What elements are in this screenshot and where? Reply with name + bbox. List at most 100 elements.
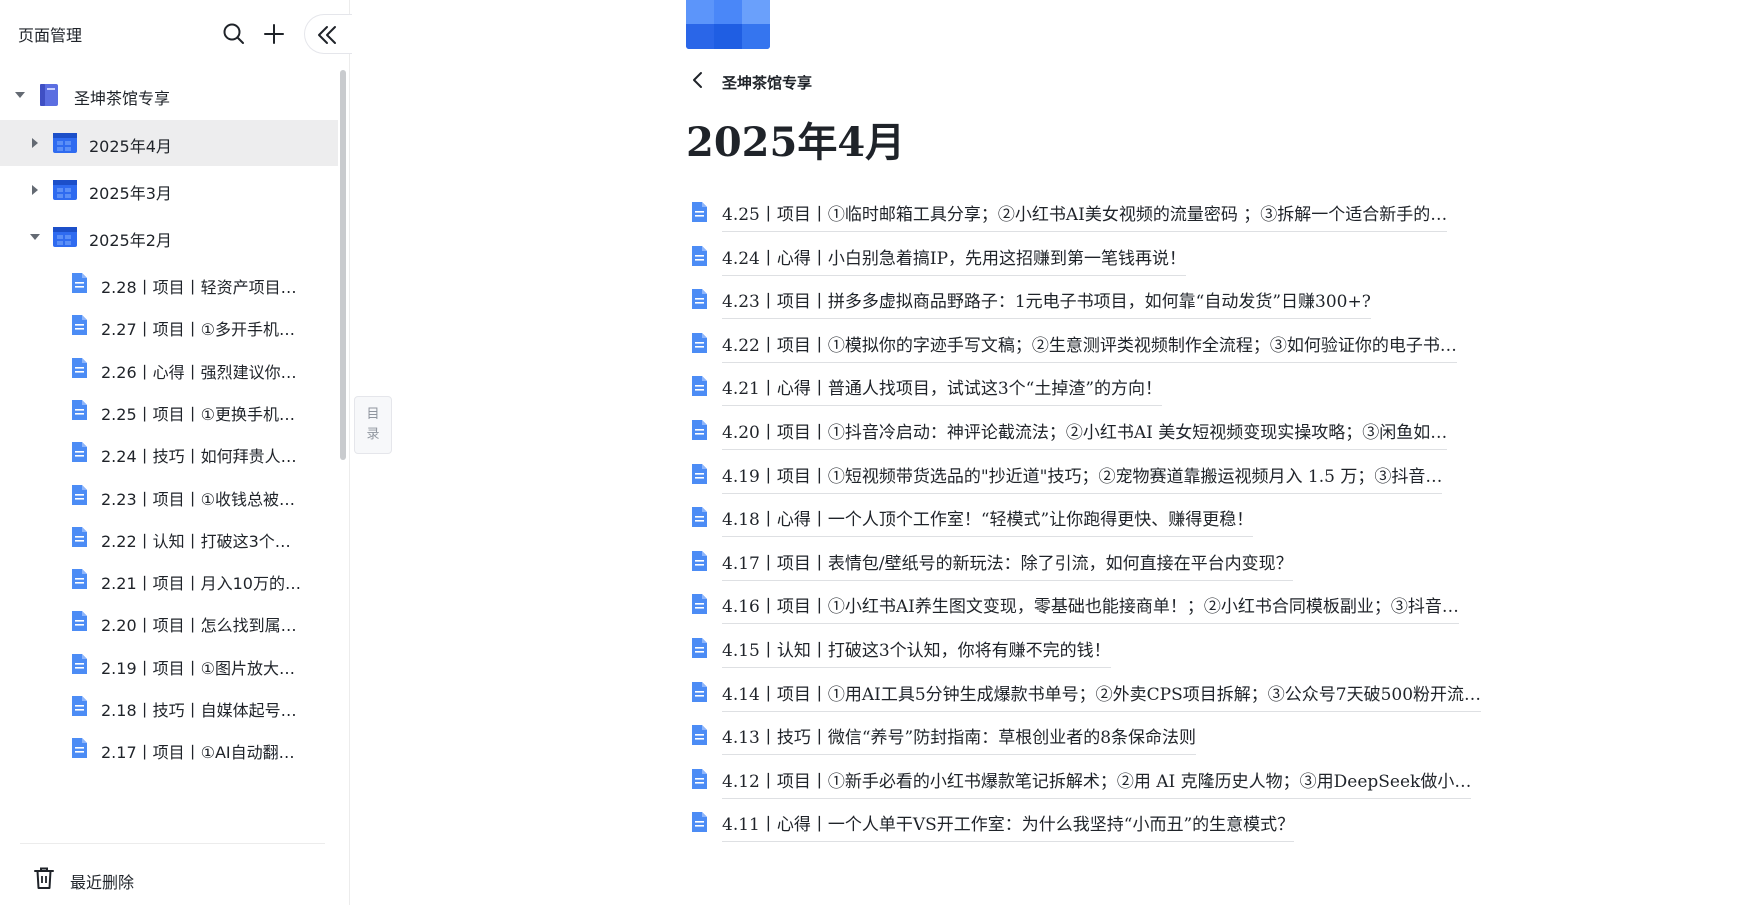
child-page-link[interactable]: 4.21丨心得丨普通人找项目，试试这3个“土掉渣”的方向！ xyxy=(690,369,1590,409)
search-icon xyxy=(223,23,244,44)
child-page-title[interactable]: 4.17丨项目丨表情包/壁纸号的新玩法：除了引流，如何直接在平台内变现？ xyxy=(722,549,1293,581)
tree-item-month-apr[interactable]: 2025年4月 xyxy=(0,120,338,166)
tree-item-doc[interactable]: 2.23丨项目丨①收钱总被… xyxy=(0,473,338,519)
document-icon xyxy=(72,399,87,420)
child-page-title[interactable]: 4.22丨项目丨①模拟你的字迹手写文稿；②生意测评类视频制作全流程；③如何验证你… xyxy=(722,331,1457,363)
child-page-title[interactable]: 4.20丨项目丨①抖音冷启动：神评论截流法；②小红书AI 美女短视频变现实操攻略… xyxy=(722,418,1448,450)
document-icon xyxy=(692,725,707,746)
chevron-down-icon[interactable] xyxy=(15,92,25,98)
child-page-link[interactable]: 4.11丨心得丨一个人单干VS开工作室：为什么我坚持“小而丑”的生意模式？ xyxy=(690,805,1590,845)
document-icon xyxy=(72,611,87,632)
tree-item-root[interactable]: 圣坤茶馆专享 xyxy=(0,72,338,118)
child-page-title[interactable]: 4.18丨心得丨一个人顶个工作室！“轻模式”让你跑得更快、赚得更稳！ xyxy=(722,505,1254,538)
breadcrumb-parent-link[interactable]: 圣坤茶馆专享 xyxy=(722,72,812,93)
tree-item-doc[interactable]: 2.25丨项目丨①更换手机… xyxy=(0,388,338,434)
tree-item-doc[interactable]: 2.18丨技巧丨自媒体起号… xyxy=(0,684,338,730)
child-page-title[interactable]: 4.13丨技巧丨微信“养号”防封指南：草根创业者的8条保命法则 xyxy=(722,723,1197,756)
document-icon xyxy=(692,245,707,266)
collapse-sidebar-button[interactable] xyxy=(304,14,352,54)
tree-item-label: 2.19丨项目丨①图片放大… xyxy=(101,658,295,678)
child-page-link[interactable]: 4.15丨认知丨打破这3个认知，你将有赚不完的钱！ xyxy=(690,631,1590,671)
double-chevron-left-icon xyxy=(318,26,336,44)
child-page-title[interactable]: 4.19丨项目丨①短视频带货选品的"抄近道"技巧；②宠物赛道靠搬运视频月入 1.… xyxy=(722,462,1443,494)
child-page-link[interactable]: 4.16丨项目丨①小红书AI养生图文变现，零基础也能接商单！；②小红书合同模板副… xyxy=(690,587,1590,627)
tree-item-doc[interactable]: 2.28丨项目丨轻资产项目… xyxy=(0,261,338,307)
child-page-link[interactable]: 4.22丨项目丨①模拟你的字迹手写文稿；②生意测评类视频制作全流程；③如何验证你… xyxy=(690,326,1590,366)
tree-item-label: 2.26丨心得丨强烈建议你… xyxy=(101,362,297,382)
calendar-icon xyxy=(53,133,77,153)
document-icon xyxy=(692,202,707,222)
plus-icon xyxy=(264,24,284,44)
recently-deleted-label: 最近删除 xyxy=(70,873,135,892)
child-page-link[interactable]: 4.17丨项目丨表情包/壁纸号的新玩法：除了引流，如何直接在平台内变现？ xyxy=(690,544,1590,584)
tree-item-label: 2.25丨项目丨①更换手机… xyxy=(101,404,295,424)
child-page-title[interactable]: 4.16丨项目丨①小红书AI养生图文变现，零基础也能接商单！；②小红书合同模板副… xyxy=(722,592,1459,625)
document-icon xyxy=(692,550,707,571)
trash-icon xyxy=(34,867,54,889)
chevron-right-icon[interactable] xyxy=(32,138,38,148)
recently-deleted-button[interactable]: 最近删除 xyxy=(0,858,340,898)
tree-item-label: 2025年2月 xyxy=(89,231,172,250)
document-icon xyxy=(72,653,87,674)
document-icon xyxy=(692,332,707,353)
tree-item-doc[interactable]: 2.24丨技巧丨如何拜贵人… xyxy=(0,430,338,476)
document-icon xyxy=(692,594,707,615)
tree-item-label: 圣坤茶馆专享 xyxy=(74,89,171,108)
document-icon xyxy=(692,768,707,789)
sidebar-divider xyxy=(20,843,325,844)
toc-tab-label-2: 录 xyxy=(366,427,380,442)
child-page-link[interactable]: 4.23丨项目丨拼多多虚拟商品野路子：1元电子书项目，如何靠“自动发货”日赚30… xyxy=(690,282,1590,322)
child-page-link[interactable]: 4.18丨心得丨一个人顶个工作室！“轻模式”让你跑得更快、赚得更稳！ xyxy=(690,500,1590,540)
tree-item-doc[interactable]: 2.20丨项目丨怎么找到属… xyxy=(0,599,338,645)
child-page-link[interactable]: 4.14丨项目丨①用AI工具5分钟生成爆款书单号；②外卖CPS项目拆解；③公众号… xyxy=(690,675,1590,715)
child-page-title[interactable]: 4.11丨心得丨一个人单干VS开工作室：为什么我坚持“小而丑”的生意模式？ xyxy=(722,810,1295,843)
document-icon xyxy=(692,289,707,310)
toc-toggle-button[interactable]: 目 录 xyxy=(354,396,392,454)
tree-item-label: 2.17丨项目丨①AI自动翻… xyxy=(101,743,295,763)
child-page-link[interactable]: 4.12丨项目丨①新手必看的小红书爆款笔记拆解术；②用 AI 克隆历史人物；③用… xyxy=(690,762,1590,802)
child-page-title[interactable]: 4.21丨心得丨普通人找项目，试试这3个“土掉渣”的方向！ xyxy=(722,374,1163,407)
child-page-title[interactable]: 4.24丨心得丨小白别急着搞IP，先用这招赚到第一笔钱再说！ xyxy=(722,244,1187,276)
child-page-title[interactable]: 4.14丨项目丨①用AI工具5分钟生成爆款书单号；②外卖CPS项目拆解；③公众号… xyxy=(722,680,1482,712)
child-page-title[interactable]: 4.23丨项目丨拼多多虚拟商品野路子：1元电子书项目，如何靠“自动发货”日赚30… xyxy=(722,287,1371,320)
child-page-title[interactable]: 4.25丨项目丨①临时邮箱工具分享；②小红书AI美女视频的流量密码 ；③拆解一个… xyxy=(722,200,1448,232)
child-page-title[interactable]: 4.15丨认知丨打破这3个认知，你将有赚不完的钱！ xyxy=(722,636,1111,668)
chevron-down-icon[interactable] xyxy=(30,234,40,240)
child-page-link[interactable]: 4.24丨心得丨小白别急着搞IP，先用这招赚到第一笔钱再说！ xyxy=(690,239,1590,279)
document-icon xyxy=(72,569,87,590)
document-icon xyxy=(72,696,87,716)
tree-item-month-mar[interactable]: 2025年3月 xyxy=(0,167,338,213)
tree-item-label: 2025年3月 xyxy=(89,184,172,203)
tree-item-label: 2.23丨项目丨①收钱总被… xyxy=(101,489,295,509)
page-cover-icon[interactable] xyxy=(686,0,770,49)
document-icon xyxy=(692,376,707,397)
chevron-right-icon[interactable] xyxy=(32,185,38,195)
sidebar: 页面管理 圣坤茶馆专享 2025年4月 2025年3月 2025年2月 2.28… xyxy=(0,0,352,905)
tree-item-doc[interactable]: 2.26丨心得丨强烈建议你… xyxy=(0,346,338,392)
child-page-link[interactable]: 4.13丨技巧丨微信“养号”防封指南：草根创业者的8条保命法则 xyxy=(690,718,1590,758)
tree-item-label: 2.21丨项目丨月入10万的… xyxy=(101,574,301,594)
tree-item-doc[interactable]: 2.17丨项目丨①AI自动翻… xyxy=(0,726,338,772)
document-icon xyxy=(72,526,87,547)
search-button[interactable] xyxy=(220,20,248,48)
sidebar-title: 页面管理 xyxy=(18,26,83,45)
tree-item-doc[interactable]: 2.19丨项目丨①图片放大… xyxy=(0,642,338,688)
document-icon xyxy=(692,420,707,440)
tree-item-doc[interactable]: 2.21丨项目丨月入10万的… xyxy=(0,557,338,603)
child-page-link[interactable]: 4.19丨项目丨①短视频带货选品的"抄近道"技巧；②宠物赛道靠搬运视频月入 1.… xyxy=(690,457,1590,497)
tree-item-doc[interactable]: 2.27丨项目丨①多开手机… xyxy=(0,303,338,349)
document-icon xyxy=(72,738,87,759)
tree-item-doc[interactable]: 2.22丨认知丨打破这3个… xyxy=(0,515,338,561)
child-page-link[interactable]: 4.25丨项目丨①临时邮箱工具分享；②小红书AI美女视频的流量密码 ；③拆解一个… xyxy=(690,195,1590,235)
chevron-left-icon[interactable] xyxy=(690,71,706,89)
child-page-title[interactable]: 4.12丨项目丨①新手必看的小红书爆款笔记拆解术；②用 AI 克隆历史人物；③用… xyxy=(722,767,1472,799)
calendar-icon xyxy=(53,180,77,200)
document-icon xyxy=(692,681,707,702)
sidebar-scrollbar[interactable] xyxy=(340,70,346,460)
tree-item-label: 2.27丨项目丨①多开手机… xyxy=(101,320,295,340)
add-page-button[interactable] xyxy=(260,20,288,48)
child-page-link[interactable]: 4.20丨项目丨①抖音冷启动：神评论截流法；②小红书AI 美女短视频变现实操攻略… xyxy=(690,413,1590,453)
tree-item-label: 2.18丨技巧丨自媒体起号… xyxy=(101,701,297,720)
tree-item-month-feb[interactable]: 2025年2月 xyxy=(0,214,338,260)
page-tree: 圣坤茶馆专享 2025年4月 2025年3月 2025年2月 2.28丨项目丨轻… xyxy=(0,70,344,840)
